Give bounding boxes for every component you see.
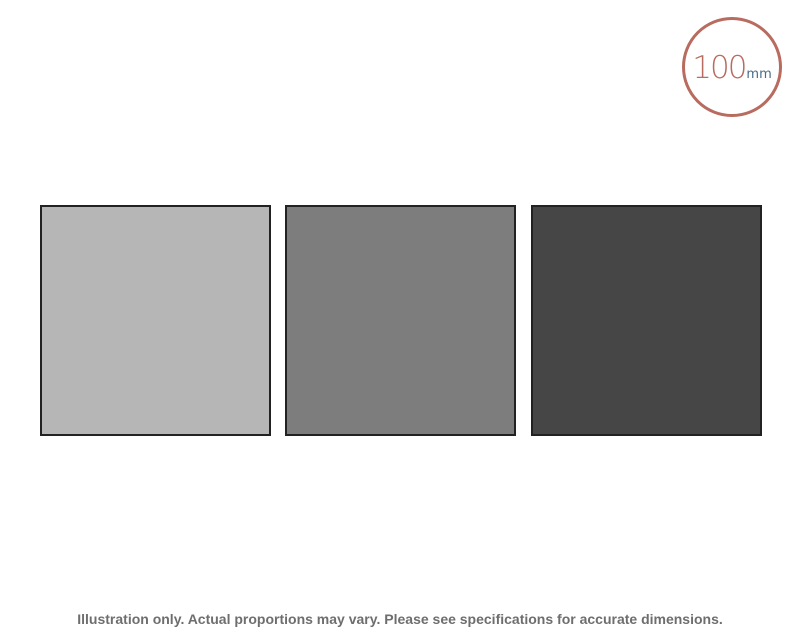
filter-swatch-dark — [531, 205, 762, 436]
size-badge-label: 100mm — [685, 50, 779, 86]
size-badge-number: 100 — [692, 50, 747, 86]
size-badge-unit: mm — [746, 67, 772, 82]
filter-swatch-light — [40, 205, 271, 436]
size-badge: 100mm — [682, 17, 782, 117]
disclaimer-note: Illustration only. Actual proportions ma… — [77, 611, 723, 627]
filter-swatch-medium — [285, 205, 516, 436]
